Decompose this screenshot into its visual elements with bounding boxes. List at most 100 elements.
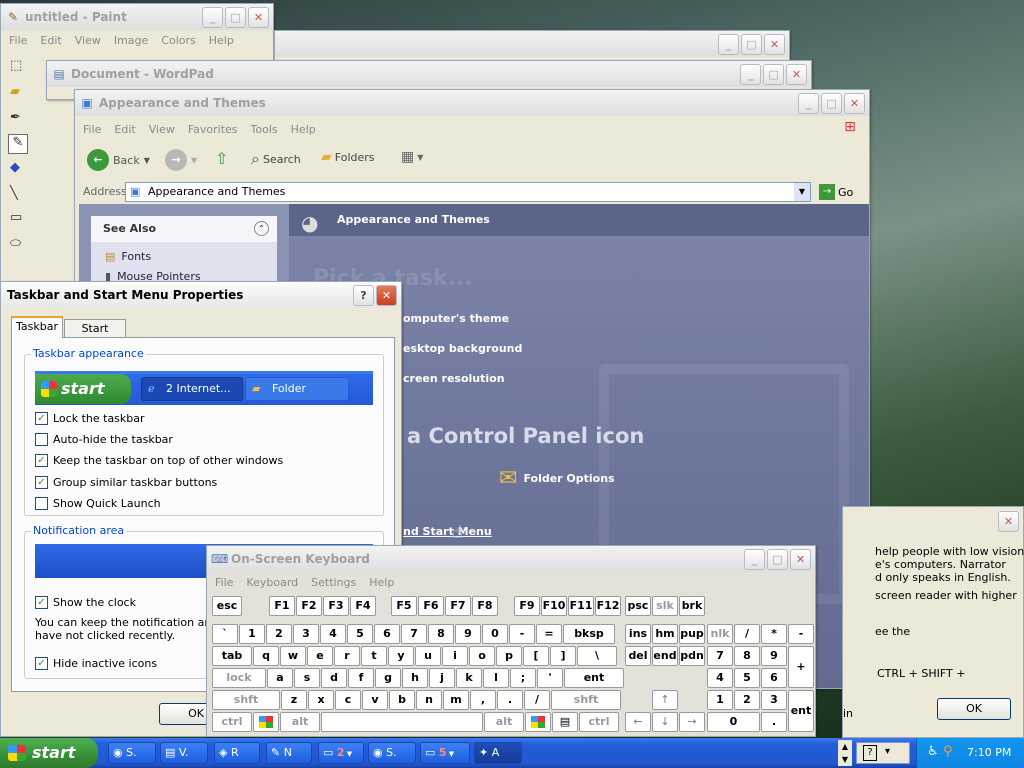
close-button[interactable]: ✕ — [248, 7, 269, 28]
address-input[interactable]: ▣ Appearance and Themes ▼ — [125, 182, 811, 202]
key-[interactable]: [ — [523, 646, 549, 666]
pencil-tool-icon[interactable]: ✎ — [8, 134, 28, 154]
taskbar-item-4[interactable]: ✎ N — [266, 742, 312, 764]
key-ins[interactable]: ins — [625, 624, 651, 644]
chevron-down-icon[interactable]: ▼ — [794, 183, 810, 201]
key-lock[interactable]: lock — [212, 668, 266, 688]
up-folder-icon[interactable]: ⇧ — [215, 149, 228, 168]
explorer-titlebar[interactable]: ▣ Appearance and Themes _ □ ✕ — [75, 90, 869, 116]
key-9[interactable]: 9 — [761, 646, 787, 666]
taskbar-item-5[interactable]: ▭ 2 ▼ — [318, 742, 364, 764]
key-n[interactable]: n — [416, 690, 442, 710]
narrator-tray-icon[interactable]: ⚲ — [943, 744, 953, 759]
key-del[interactable]: del — [625, 646, 651, 666]
collapse-icon[interactable]: ⌃ — [254, 221, 269, 236]
key-end[interactable]: end — [652, 646, 678, 666]
key-[interactable]: / — [734, 624, 760, 644]
menu-edit[interactable]: Edit — [40, 34, 61, 47]
taskbar-properties-titlebar[interactable]: Taskbar and Start Menu Properties ? ✕ — [1, 282, 401, 308]
key-F12[interactable]: F12 — [595, 596, 621, 616]
background-titlebar[interactable]: _ □ ✕ — [275, 31, 789, 57]
key-4[interactable]: 4 — [320, 624, 346, 644]
key-8[interactable]: 8 — [428, 624, 454, 644]
key-7[interactable]: 7 — [401, 624, 427, 644]
menu-file[interactable]: File — [9, 34, 27, 47]
menu-key-icon[interactable]: ▤ — [552, 712, 578, 732]
group-buttons-label[interactable]: Group similar taskbar buttons — [53, 476, 217, 489]
key-[interactable]: . — [497, 690, 523, 710]
minimize-button[interactable]: _ — [798, 93, 819, 114]
close-button[interactable]: ✕ — [376, 285, 397, 306]
key-psc[interactable]: psc — [625, 596, 651, 616]
key-pup[interactable]: pup — [679, 624, 705, 644]
key-F3[interactable]: F3 — [323, 596, 349, 616]
menu-colors[interactable]: Colors — [161, 34, 195, 47]
key-F11[interactable]: F11 — [568, 596, 594, 616]
key-j[interactable]: j — [429, 668, 455, 688]
menu-view[interactable]: View — [149, 123, 175, 136]
key-hm[interactable]: hm — [652, 624, 678, 644]
menu-favorites[interactable]: Favorites — [188, 123, 238, 136]
taskbar-item-2[interactable]: ▤ V. — [160, 742, 208, 764]
key-x[interactable]: x — [308, 690, 334, 710]
arrow-left-icon[interactable]: ← — [625, 712, 651, 732]
clock[interactable]: 7:10 PM — [967, 746, 1011, 759]
arrow-down-icon[interactable]: ↓ — [652, 712, 678, 732]
menu-edit[interactable]: Edit — [114, 123, 135, 136]
narrator-close-button[interactable]: ✕ — [998, 511, 1019, 532]
picker-tool-icon[interactable]: ✒ — [10, 110, 21, 125]
key-tab[interactable]: tab — [212, 646, 252, 666]
key-[interactable]: + — [788, 646, 814, 688]
key-F5[interactable]: F5 — [391, 596, 417, 616]
key-h[interactable]: h — [402, 668, 428, 688]
key-1[interactable]: 1 — [707, 690, 733, 710]
menu-image[interactable]: Image — [114, 34, 148, 47]
key-s[interactable]: s — [294, 668, 320, 688]
key-w[interactable]: w — [280, 646, 306, 666]
key-alt[interactable]: alt — [484, 712, 524, 732]
key-v[interactable]: v — [362, 690, 388, 710]
hide-inactive-label[interactable]: Hide inactive icons — [53, 657, 157, 670]
tab-start-menu[interactable]: Start Menu — [64, 319, 126, 352]
narrator-ok-button[interactable]: OK — [937, 698, 1011, 720]
key-m[interactable]: m — [443, 690, 469, 710]
arrow-up-icon[interactable]: ↑ — [652, 690, 678, 710]
key-F1[interactable]: F1 — [269, 596, 295, 616]
taskbar-item-6[interactable]: ◉ S. — [368, 742, 416, 764]
close-button[interactable]: ✕ — [764, 34, 785, 55]
key-6[interactable]: 6 — [761, 668, 787, 688]
key-r[interactable]: r — [334, 646, 360, 666]
menu-help[interactable]: Help — [291, 123, 316, 136]
key-ent[interactable]: ent — [564, 668, 624, 688]
minimize-button[interactable]: _ — [718, 34, 739, 55]
key-3[interactable]: 3 — [761, 690, 787, 710]
auto-hide-checkbox[interactable] — [35, 433, 48, 446]
key-p[interactable]: p — [496, 646, 522, 666]
taskbar-item-1[interactable]: ◉ S. — [108, 742, 156, 764]
hide-inactive-checkbox[interactable]: ✓ — [35, 657, 48, 670]
key-e[interactable]: e — [307, 646, 333, 666]
key-3[interactable]: 3 — [293, 624, 319, 644]
key-[interactable]: * — [761, 624, 787, 644]
lock-taskbar-checkbox[interactable]: ✓ — [35, 412, 48, 425]
key-2[interactable]: 2 — [734, 690, 760, 710]
key-5[interactable]: 5 — [734, 668, 760, 688]
key-k[interactable]: k — [456, 668, 482, 688]
rect-tool-icon[interactable]: ▭ — [10, 210, 22, 225]
task-link-background[interactable]: esktop background — [403, 342, 522, 355]
paint-titlebar[interactable]: ✎ untitled - Paint _ □ ✕ — [1, 4, 273, 30]
key-i[interactable]: i — [442, 646, 468, 666]
key-ctrl[interactable]: ctrl — [212, 712, 252, 732]
taskbar-item-8[interactable]: ✦ A — [474, 742, 522, 764]
show-clock-label[interactable]: Show the clock — [53, 596, 136, 609]
eraser-tool-icon[interactable]: ▰ — [10, 84, 20, 99]
keep-on-top-label[interactable]: Keep the taskbar on top of other windows — [53, 454, 283, 467]
key-d[interactable]: d — [321, 668, 347, 688]
group-buttons-checkbox[interactable]: ✓ — [35, 476, 48, 489]
key-9[interactable]: 9 — [455, 624, 481, 644]
taskbar-scroll[interactable]: ▲ ▼ — [838, 740, 852, 766]
key-6[interactable]: 6 — [374, 624, 400, 644]
menu-file[interactable]: File — [83, 123, 101, 136]
minimize-button[interactable]: _ — [740, 64, 761, 85]
taskbar-item-3[interactable]: ◈ R — [214, 742, 260, 764]
